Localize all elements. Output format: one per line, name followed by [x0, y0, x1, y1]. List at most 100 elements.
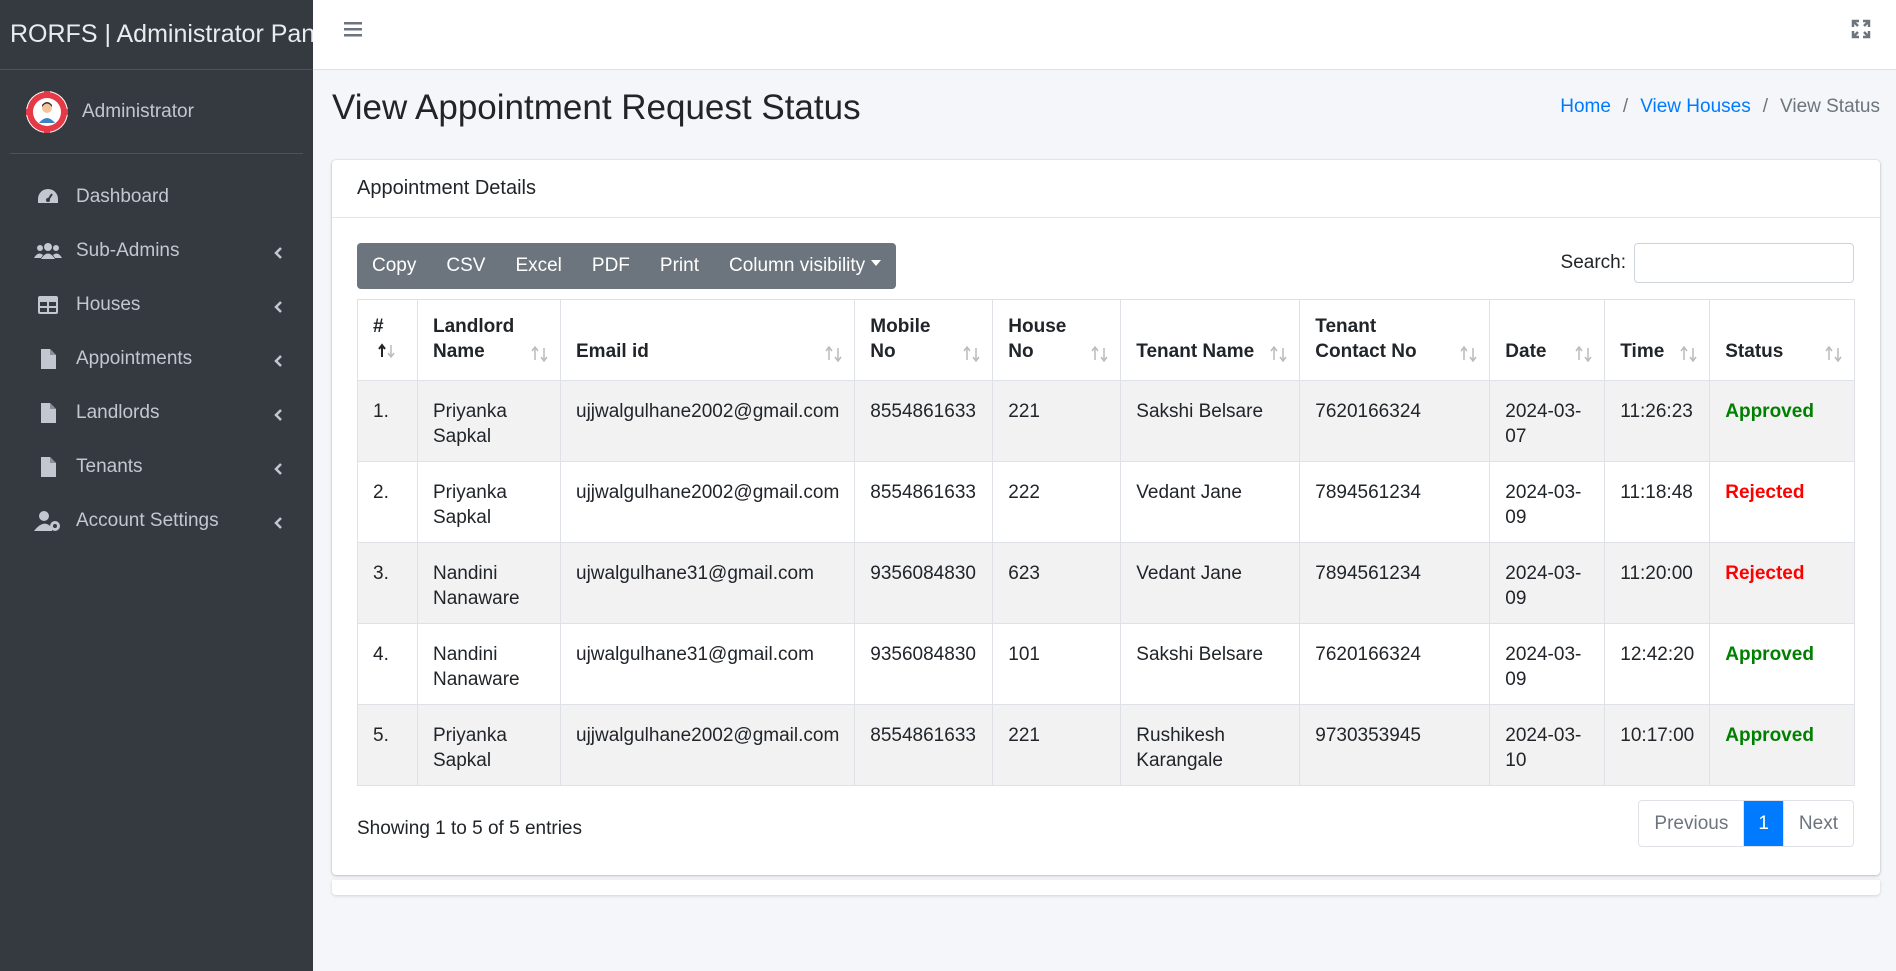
column-visibility-button[interactable]: Column visibility — [714, 243, 896, 289]
fullscreen-icon[interactable] — [1850, 18, 1872, 40]
tenant-contact: 9730353945 — [1299, 704, 1491, 786]
email: ujwalgulhane31@gmail.com — [559, 542, 856, 624]
column-header-label: # — [373, 316, 384, 337]
top-navbar — [313, 0, 1896, 70]
pdf-button[interactable]: PDF — [577, 243, 645, 289]
sort-icon — [824, 344, 844, 363]
copy-button[interactable]: Copy — [357, 243, 431, 289]
breadcrumb-home-link[interactable]: Home — [1560, 96, 1611, 118]
date: 2024-03-09 — [1489, 542, 1606, 624]
column-header-time[interactable]: Time — [1604, 299, 1711, 381]
tenant-contact: 7894561234 — [1299, 542, 1491, 624]
column-header-mobile[interactable]: Mobile No — [854, 299, 994, 381]
sidebar-item-label: Account Settings — [76, 510, 219, 531]
sort-icon — [1824, 344, 1844, 363]
print-button[interactable]: Print — [645, 243, 714, 289]
house-no: 623 — [992, 542, 1122, 624]
column-header-label: Time — [1620, 341, 1665, 362]
email: ujwalgulhane31@gmail.com — [559, 623, 856, 705]
mobile: 8554861633 — [854, 380, 994, 462]
search-input[interactable] — [1634, 243, 1854, 283]
sidebar: RORFS | Administrator Panel Administrato… — [0, 0, 335, 971]
date: 2024-03-07 — [1489, 380, 1606, 462]
column-header-date[interactable]: Date — [1489, 299, 1606, 381]
column-header-number[interactable]: # — [357, 299, 418, 381]
tenant-contact: 7620166324 — [1299, 380, 1491, 462]
time: 11:18:48 — [1604, 461, 1711, 543]
users-icon — [34, 239, 62, 263]
column-header-tenant-name[interactable]: Tenant Name — [1120, 299, 1301, 381]
column-header-label: Tenant Name — [1136, 341, 1255, 362]
search-box: Search: — [1561, 243, 1854, 283]
column-header-tenant-contact[interactable]: Tenant Contact No — [1299, 299, 1491, 381]
email: ujjwalgulhane2002@gmail.com — [559, 704, 856, 786]
breadcrumb-separator: / — [1762, 96, 1769, 117]
column-header-label: Landlord Name — [433, 316, 515, 362]
table-row: 1. Priyanka Sapkal ujjwalgulhane2002@gma… — [357, 380, 1855, 462]
tenant-contact: 7894561234 — [1299, 461, 1491, 543]
sidebar-nav: Dashboard Sub-Admins Houses Appointments — [0, 170, 313, 548]
tenant-name: Vedant Jane — [1120, 542, 1301, 624]
chevron-left-icon — [273, 352, 283, 367]
dashboard-icon — [34, 185, 62, 209]
next-page-button[interactable]: Next — [1782, 801, 1853, 846]
date: 2024-03-09 — [1489, 623, 1606, 705]
email: ujjwalgulhane2002@gmail.com — [559, 380, 856, 462]
admin-avatar-icon[interactable] — [26, 90, 68, 133]
house-no: 221 — [992, 380, 1122, 462]
email: ujjwalgulhane2002@gmail.com — [559, 461, 856, 543]
previous-page-button[interactable]: Previous — [1639, 801, 1745, 846]
page-1-button[interactable]: 1 — [1744, 801, 1783, 846]
mobile: 8554861633 — [854, 461, 994, 543]
breadcrumb: Home / View Houses / View Status — [1560, 96, 1880, 118]
csv-button[interactable]: CSV — [431, 243, 500, 289]
breadcrumb-houses-link[interactable]: View Houses — [1640, 96, 1751, 118]
table-icon — [34, 293, 62, 317]
house-no: 101 — [992, 623, 1122, 705]
sidebar-item-account-settings[interactable]: Account Settings — [0, 494, 313, 548]
column-header-landlord-name[interactable]: Landlord Name — [417, 299, 561, 381]
tenant-contact: 7620166324 — [1299, 623, 1491, 705]
row-number: 1. — [357, 380, 418, 462]
status-badge: Approved — [1709, 704, 1855, 786]
mobile: 9356084830 — [854, 623, 994, 705]
table-header-row: # Landlord Name Email id Mobile No House… — [357, 299, 1855, 381]
sort-icon — [962, 344, 982, 363]
sort-icon — [1269, 344, 1289, 363]
column-visibility-label: Column visibility — [728, 255, 866, 276]
sidebar-item-landlords[interactable]: Landlords — [0, 386, 313, 440]
file-icon — [34, 401, 62, 425]
column-header-label: House No — [1008, 316, 1067, 362]
menu-toggle-icon[interactable] — [342, 18, 364, 40]
caret-down-icon — [871, 260, 882, 266]
table-row: 2. Priyanka Sapkal ujjwalgulhane2002@gma… — [357, 461, 1855, 543]
column-header-label: Status — [1725, 341, 1784, 362]
landlord-name: Priyanka Sapkal — [417, 380, 561, 462]
time: 11:20:00 — [1604, 542, 1711, 624]
breadcrumb-current: View Status — [1780, 96, 1880, 117]
landlord-name: Priyanka Sapkal — [417, 461, 561, 543]
sidebar-item-dashboard[interactable]: Dashboard — [0, 170, 313, 224]
excel-button[interactable]: Excel — [500, 243, 576, 289]
app-brand[interactable]: RORFS | Administrator Panel — [0, 0, 335, 70]
card-footer — [332, 880, 1880, 895]
column-header-label: Mobile No — [870, 316, 931, 362]
admin-name[interactable]: Administrator — [82, 101, 194, 123]
sidebar-item-houses[interactable]: Houses — [0, 278, 313, 332]
sidebar-item-appointments[interactable]: Appointments — [0, 332, 313, 386]
house-no: 221 — [992, 704, 1122, 786]
sort-icon — [1090, 344, 1110, 363]
column-header-label: Tenant Contact No — [1315, 316, 1417, 362]
appointment-details-card: Appointment Details Copy CSV Excel PDF P… — [332, 160, 1880, 875]
sort-icon — [1459, 344, 1479, 363]
column-header-label: Date — [1505, 341, 1547, 362]
sidebar-item-tenants[interactable]: Tenants — [0, 440, 313, 494]
column-header-house-no[interactable]: House No — [992, 299, 1122, 381]
table-row: 3. Nandini Nanaware ujwalgulhane31@gmail… — [357, 542, 1855, 624]
user-panel: Administrator — [10, 70, 303, 154]
column-header-status[interactable]: Status — [1709, 299, 1855, 381]
table-row: 4. Nandini Nanaware ujwalgulhane31@gmail… — [357, 623, 1855, 705]
sidebar-item-sub-admins[interactable]: Sub-Admins — [0, 224, 313, 278]
table-row: 5. Priyanka Sapkal ujjwalgulhane2002@gma… — [357, 704, 1855, 786]
column-header-email[interactable]: Email id — [559, 299, 856, 381]
